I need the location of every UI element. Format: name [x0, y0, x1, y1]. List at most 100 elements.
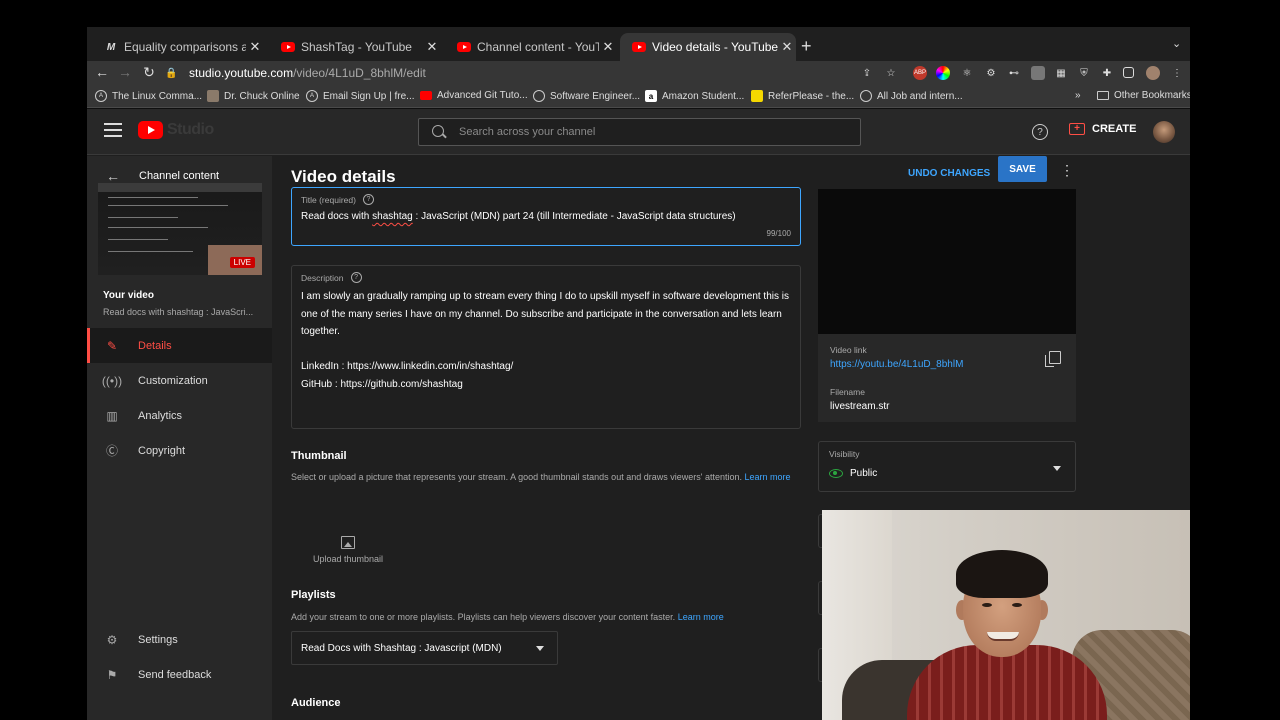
puzzle-ext-icon[interactable]: [1031, 66, 1045, 80]
your-video-heading: Your video: [103, 290, 154, 301]
close-icon[interactable]: ✕: [778, 39, 796, 55]
broadcast-icon: ((•)): [101, 373, 123, 388]
title-field[interactable]: Title (required)? Read docs with shashta…: [291, 187, 801, 246]
color-wheel-icon[interactable]: [936, 66, 950, 80]
playlist-select[interactable]: Read Docs with Shashtag : Javascript (MD…: [291, 631, 558, 665]
shield-icon[interactable]: ⛨: [1077, 66, 1091, 80]
avatar[interactable]: [1153, 121, 1175, 143]
audience-heading: Audience: [291, 697, 341, 709]
abp-icon[interactable]: ABP: [913, 66, 927, 80]
bookmark-git[interactable]: Advanced Git Tuto...: [420, 90, 528, 101]
help-icon[interactable]: ?: [1032, 124, 1048, 140]
copy-icon[interactable]: [1045, 351, 1061, 367]
kebab-menu-icon[interactable]: ⋮: [1170, 66, 1184, 80]
tab-video-details[interactable]: Video details - YouTube Studio ✕: [620, 33, 796, 61]
playlists-learn-more-link[interactable]: Learn more: [678, 612, 724, 622]
share-icon[interactable]: ⇪: [860, 66, 874, 80]
sidebar-item-settings[interactable]: ⚙ Settings: [87, 622, 272, 657]
title-input-value[interactable]: Read docs with shashtag : JavaScript (MD…: [301, 211, 736, 222]
create-button[interactable]: + CREATE: [1069, 123, 1136, 135]
bookmark-amazon[interactable]: a Amazon Student...: [645, 90, 744, 102]
upload-thumbnail-button[interactable]: Upload thumbnail: [291, 516, 405, 583]
back-arrow-icon[interactable]: ←: [92, 64, 112, 80]
sidebar-item-details[interactable]: ✎ Details: [87, 328, 272, 363]
help-icon[interactable]: ?: [350, 272, 362, 283]
thumbnail-line: [108, 197, 198, 198]
browser-toolbar: ← → ↻ 🔒 studio.youtube.com/video/4L1uD_8…: [87, 61, 1190, 87]
close-icon[interactable]: ✕: [423, 39, 441, 55]
thumbnail-learn-more-link[interactable]: Learn more: [745, 472, 791, 482]
description-field[interactable]: Description? I am slowly an gradually ra…: [291, 265, 801, 429]
visibility-value: Public: [829, 468, 877, 479]
studio-logo[interactable]: Studio: [138, 121, 214, 139]
dropdown-caret-icon: [536, 646, 544, 651]
video-camera-plus-icon: +: [1069, 123, 1085, 135]
video-link[interactable]: https://youtu.be/4L1uD_8bhlM: [830, 359, 963, 370]
tab-equality-comparisons[interactable]: M Equality comparisons and same ✕: [92, 33, 264, 61]
star-icon[interactable]: ☆: [884, 66, 898, 80]
save-button[interactable]: SAVE: [998, 156, 1047, 182]
sidebar-item-analytics[interactable]: ▥ Analytics: [87, 398, 272, 433]
profile-avatar-icon[interactable]: [1146, 66, 1160, 80]
feedback-icon: ⚑: [106, 667, 118, 682]
search-input[interactable]: Search across your channel: [418, 118, 861, 146]
reload-icon[interactable]: ↻: [139, 64, 159, 81]
chevron-down-icon[interactable]: ⌄: [1172, 37, 1181, 50]
back-to-channel-content[interactable]: ← Channel content: [106, 168, 219, 184]
bookmark-referplease[interactable]: ReferPlease - the...: [751, 90, 854, 102]
back-arrow-icon: ←: [106, 168, 120, 184]
playlists-description: Add your stream to one or more playlists…: [291, 610, 801, 625]
sidebar: ← Channel content LIVE Your video Read d…: [87, 156, 272, 720]
bookmark-software-engineer[interactable]: Software Engineer...: [533, 90, 640, 102]
mdn-favicon-icon: M: [106, 41, 116, 53]
screen: M Equality comparisons and same ✕ ShashT…: [0, 0, 1280, 720]
video-player[interactable]: [818, 189, 1076, 334]
bookmark-linux[interactable]: A The Linux Comma...: [95, 90, 202, 102]
forward-arrow-icon[interactable]: →: [115, 64, 135, 80]
sidebar-item-customization[interactable]: ((•)) Customization: [87, 363, 272, 398]
back-label: Channel content: [139, 170, 220, 182]
video-thumbnail[interactable]: LIVE: [98, 183, 262, 275]
bookmark-label: All Job and intern...: [877, 90, 963, 102]
other-bookmarks[interactable]: Other Bookmarks: [1097, 90, 1190, 101]
bookmark-dr-chuck[interactable]: Dr. Chuck Online: [207, 90, 300, 102]
more-options-icon[interactable]: ⋮: [1060, 162, 1074, 179]
your-video-title: Read docs with shashtag : JavaScri...: [103, 307, 254, 317]
dropdown-caret-icon: [1053, 466, 1061, 471]
title-text-part: : JavaScript (MDN) part 24 (till Interme…: [412, 211, 736, 222]
tab-label: Equality comparisons and same: [124, 40, 246, 54]
visibility-select[interactable]: Visibility Public: [818, 441, 1076, 492]
bookmark-all-jobs[interactable]: All Job and intern...: [860, 90, 963, 102]
puzzle-icon[interactable]: ✚: [1100, 66, 1114, 80]
description-input-value[interactable]: I am slowly an gradually ramping up to s…: [301, 288, 796, 393]
help-icon[interactable]: ?: [362, 194, 374, 205]
glasses-icon[interactable]: ⊷: [1007, 66, 1021, 80]
hamburger-menu-icon[interactable]: [104, 123, 122, 137]
live-badge: LIVE: [229, 257, 255, 268]
video-link-label: Video link: [830, 345, 867, 355]
logo-wordmark: Studio: [167, 121, 214, 138]
sidebar-icon[interactable]: [1123, 67, 1134, 78]
sidebar-item-copyright[interactable]: Ⓒ Copyright: [87, 433, 272, 468]
tab-shashtag-youtube[interactable]: ShashTag - YouTube ✕: [269, 33, 441, 61]
globe-icon: [533, 90, 545, 102]
tab-label: Video details - YouTube Studio: [652, 40, 778, 54]
url-host: studio.youtube.com: [189, 66, 294, 80]
gear-icon[interactable]: ⚙: [984, 66, 998, 80]
react-icon[interactable]: ⚛: [960, 66, 974, 80]
bookmark-email-signup[interactable]: A Email Sign Up | fre...: [306, 90, 415, 102]
close-icon[interactable]: ✕: [599, 39, 617, 55]
address-bar[interactable]: 🔒 studio.youtube.com/video/4L1uD_8bhlM/e…: [165, 61, 885, 85]
bookmark-favicon-icon: A: [95, 90, 107, 102]
undo-changes-button[interactable]: UNDO CHANGES: [908, 167, 990, 181]
bookmark-ext-icon[interactable]: ▦: [1054, 66, 1068, 80]
bookmark-label: Email Sign Up | fre...: [323, 90, 415, 102]
new-tab-plus-icon[interactable]: +: [801, 36, 812, 57]
description-label-text: Description: [301, 272, 344, 283]
sidebar-item-label: Details: [138, 339, 172, 352]
tab-label: ShashTag - YouTube: [301, 40, 412, 54]
tab-channel-content[interactable]: Channel content - YouTube Stu ✕: [445, 33, 617, 61]
close-icon[interactable]: ✕: [246, 39, 264, 55]
more-bookmarks-chevron[interactable]: »: [1075, 90, 1081, 101]
sidebar-item-feedback[interactable]: ⚑ Send feedback: [87, 657, 272, 692]
